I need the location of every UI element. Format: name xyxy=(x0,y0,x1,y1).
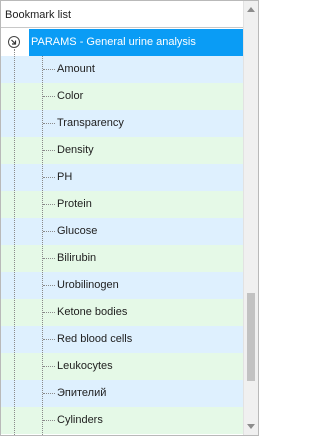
row-background xyxy=(1,353,243,380)
tree-child-guide-line xyxy=(42,56,43,435)
tree-connector-line xyxy=(43,231,55,232)
tree-item-label: Glucose xyxy=(57,225,98,237)
scrollbar-thumb[interactable] xyxy=(247,293,255,381)
tree-item-label: Leukocytes xyxy=(57,360,113,372)
row-background xyxy=(1,137,243,164)
vertical-scrollbar[interactable] xyxy=(243,1,258,435)
tree-root-label: PARAMS - General urine analysis xyxy=(31,36,196,48)
tree-connector-line xyxy=(43,393,55,394)
tree-item-label: Bilirubin xyxy=(57,252,97,264)
tree-connector-line xyxy=(43,285,55,286)
tree-connector-line xyxy=(43,177,55,178)
tree-item-label: Ketone bodies xyxy=(57,306,128,318)
tree-connector-line xyxy=(43,123,55,124)
tree-item-label: Color xyxy=(57,90,84,102)
collapse-arrow-circle-icon[interactable] xyxy=(8,36,20,48)
tree-item-row[interactable]: Ketone bodies xyxy=(1,299,243,326)
tree-item-row[interactable]: Red blood cells xyxy=(1,326,243,353)
row-background xyxy=(1,218,243,245)
tree-guide-line xyxy=(14,49,15,435)
row-background xyxy=(1,191,243,218)
tree-item-label: Red blood cells xyxy=(57,333,133,345)
scroll-down-arrow-icon[interactable] xyxy=(244,418,258,435)
row-background xyxy=(1,407,243,434)
tree-connector-line xyxy=(43,312,55,313)
tree-item-label: PH xyxy=(57,171,73,183)
row-background xyxy=(1,83,243,110)
row-background xyxy=(1,380,243,407)
row-background xyxy=(1,245,243,272)
scroll-up-arrow-icon[interactable] xyxy=(244,1,258,18)
bookmark-list-title: Bookmark list xyxy=(5,9,72,21)
bookmark-list-header[interactable]: Bookmark list xyxy=(1,1,243,28)
tree-item-label: Эпителий xyxy=(57,387,107,399)
row-background xyxy=(1,164,243,191)
tree-item-label: Transparency xyxy=(57,117,124,129)
bookmark-tree: PARAMS - General urine analysis Amount Co… xyxy=(1,29,243,435)
tree-connector-line xyxy=(43,420,55,421)
tree-item-label: Urobilinogen xyxy=(57,279,119,291)
tree-connector-line xyxy=(43,366,55,367)
row-background xyxy=(1,56,243,83)
tree-item-row[interactable]: Leukocytes xyxy=(1,353,243,380)
tree-item-row[interactable]: Density xyxy=(1,137,243,164)
tree-item-row[interactable]: Cylinders xyxy=(1,407,243,434)
tree-item-label: Density xyxy=(57,144,94,156)
tree-connector-line xyxy=(43,204,55,205)
tree-connector-line xyxy=(43,69,55,70)
row-background xyxy=(1,272,243,299)
tree-item-row[interactable]: Transparency xyxy=(1,110,243,137)
tree-connector-line xyxy=(43,339,55,340)
tree-root-row[interactable]: PARAMS - General urine analysis xyxy=(1,29,243,56)
tree-connector-line xyxy=(43,150,55,151)
tree-item-row[interactable]: PH xyxy=(1,164,243,191)
tree-item-label: Amount xyxy=(57,63,95,75)
tree-connector-line xyxy=(43,96,55,97)
bookmark-list-panel: Bookmark list PARAMS - General urine ana… xyxy=(0,0,259,436)
tree-item-row[interactable]: Glucose xyxy=(1,218,243,245)
tree-item-row[interactable]: Protein xyxy=(1,191,243,218)
tree-item-row[interactable]: Urobilinogen xyxy=(1,272,243,299)
tree-item-label: Protein xyxy=(57,198,92,210)
tree-item-row[interactable]: Amount xyxy=(1,56,243,83)
tree-item-row[interactable]: Color xyxy=(1,83,243,110)
tree-item-row[interactable]: Эпителий xyxy=(1,380,243,407)
tree-item-label: Cylinders xyxy=(57,414,103,426)
tree-item-row[interactable]: Bilirubin xyxy=(1,245,243,272)
tree-connector-line xyxy=(43,258,55,259)
